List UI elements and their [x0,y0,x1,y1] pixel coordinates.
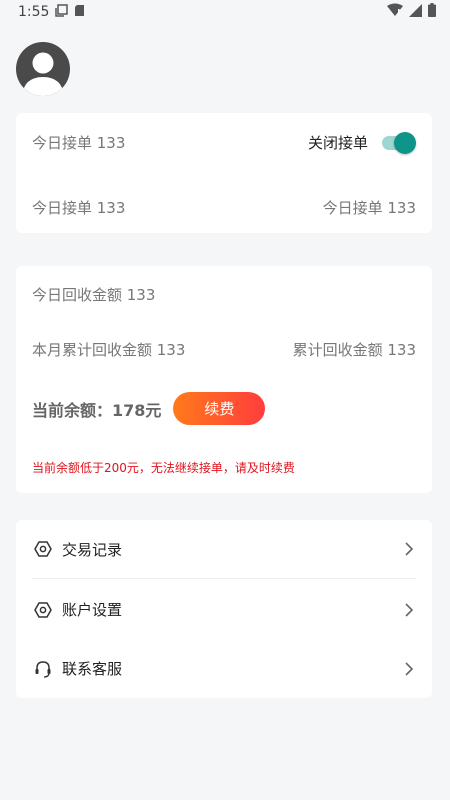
user-icon [22,52,64,96]
renew-button[interactable]: 续费 [173,392,266,425]
orders-row-2: 今日接单 133 今日接单 133 [32,196,416,218]
chevron-right-icon [402,602,416,617]
chevron-right-icon [402,542,416,556]
menu-item-account-settings[interactable]: 账户设置 [32,580,416,639]
balance-row: 当前余额： 178元 续费 [32,392,266,425]
menu-label-transactions: 交易记录 [62,540,123,559]
chevron-right-icon [402,661,416,676]
balance-value: 178元 [112,400,162,420]
sim-card-icon [74,4,85,21]
balance-label: 当前余额： [32,400,113,420]
hexagon-icon [34,540,52,558]
menu-label-customer-service: 联系客服 [62,660,123,678]
today-recycle-amount: 今日回收金额 133 [32,285,156,304]
status-right [387,3,436,21]
close-orders-label: 关闭接单 [307,133,368,152]
battery-icon [428,3,436,21]
status-bar: 1:55 [0,0,450,24]
recycle-row-2: 本月累计回收金额 133 累计回收金额 133 [32,338,416,360]
status-left: 1:55 [18,3,85,21]
month-recycle-amount: 本月累计回收金额 133 [32,340,186,359]
menu-item-transactions[interactable]: 交易记录 [32,520,416,579]
recycle-card: 今日回收金额 133 本月累计回收金额 133 累计回收金额 133 当前余额：… [16,266,432,493]
today-orders-text-left: 今日接单 133 [32,198,126,217]
low-balance-warning: 当前余额低于200元，无法继续接单，请及时续费 [32,461,295,475]
orders-card: 今日接单 133 关闭接单 今日接单 133 今日接单 133 [16,113,432,233]
screenshot-icon [55,3,69,21]
wifi-icon [387,3,403,21]
today-orders-text: 今日接单 133 [32,133,126,152]
menu-card: 交易记录 账户设置 联系客服 [16,520,432,698]
accept-orders-toggle-group: 关闭接单 [307,132,416,154]
menu-label-account-settings: 账户设置 [62,601,123,619]
today-orders-text-right: 今日接单 133 [322,198,416,217]
recycle-row-1: 今日回收金额 133 [32,283,416,305]
menu-item-customer-service[interactable]: 联系客服 [32,639,416,698]
avatar[interactable] [16,42,70,96]
hexagon-icon [34,601,52,619]
accept-orders-toggle[interactable] [380,132,416,154]
signal-icon [409,3,422,21]
status-time: 1:55 [18,4,50,20]
orders-row-1: 今日接单 133 关闭接单 [32,131,416,154]
toggle-knob [394,132,416,154]
headset-icon [34,660,52,678]
total-recycle-amount: 累计回收金额 133 [292,340,416,359]
